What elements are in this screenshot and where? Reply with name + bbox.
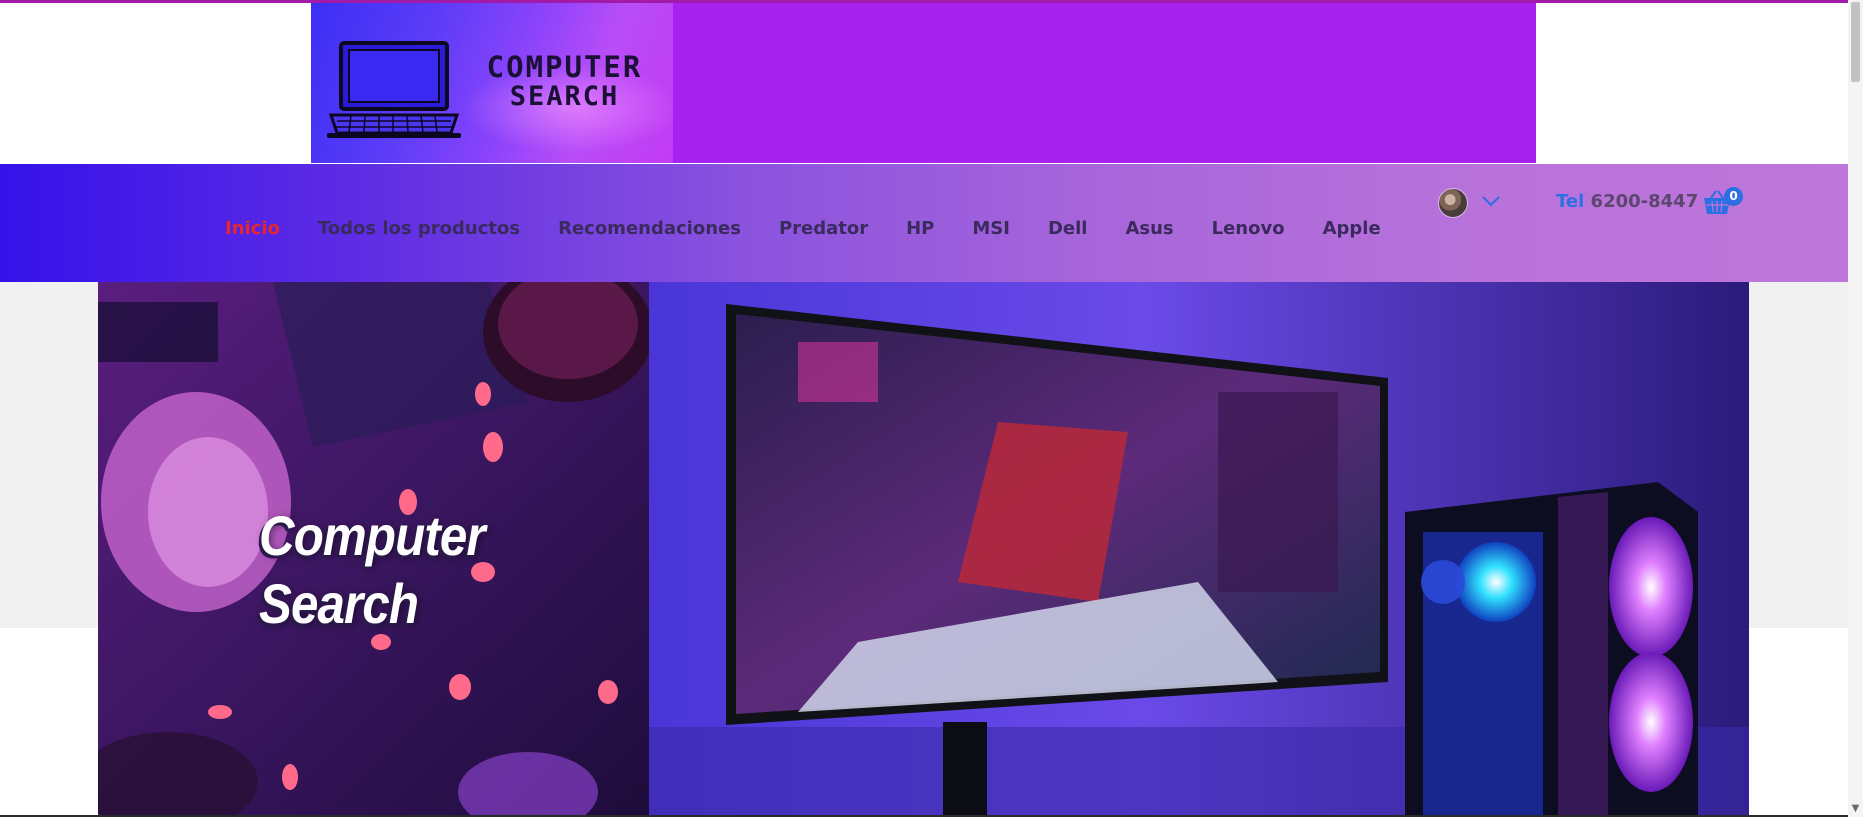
nav-item-predator[interactable]: Predator (760, 216, 887, 242)
site-logo[interactable]: COMPUTER SEARCH (311, 3, 673, 163)
user-avatar[interactable] (1438, 188, 1468, 218)
scroll-down-arrow-icon[interactable]: ▼ (1849, 802, 1862, 815)
hero-banner: Computer Search (98, 282, 1749, 817)
nav-item-recomendaciones[interactable]: Recomendaciones (539, 216, 760, 242)
logo-line-2: SEARCH (509, 81, 620, 112)
vertical-scrollbar[interactable] (1848, 0, 1863, 817)
nav-item-hp[interactable]: HP (887, 216, 953, 242)
scrollbar-thumb[interactable] (1851, 2, 1860, 82)
nav-item-todos-los-productos[interactable]: Todos los productos (299, 216, 539, 242)
logo-text: COMPUTER SEARCH (457, 50, 672, 112)
nav-item-inicio[interactable]: Inicio (206, 216, 299, 242)
nav-item-apple[interactable]: Apple (1304, 216, 1400, 242)
phone-label: Tel (1556, 191, 1585, 212)
phone-contact: Tel 6200-8447 (1556, 191, 1698, 212)
nav-item-lenovo[interactable]: Lenovo (1193, 216, 1304, 242)
nav-item-asus[interactable]: Asus (1106, 216, 1192, 242)
chevron-down-icon[interactable] (1481, 194, 1501, 208)
hero-title: Computer Search (259, 502, 486, 638)
nav-item-msi[interactable]: MSI (953, 216, 1029, 242)
cart-count-badge[interactable]: 0 (1724, 187, 1743, 206)
hero-title-line-2: Search (259, 572, 419, 635)
laptop-icon (327, 41, 461, 138)
phone-number: 6200-8447 (1590, 191, 1699, 212)
nav-menu: Inicio Todos los productos Recomendacion… (206, 216, 1400, 242)
nav-item-dell[interactable]: Dell (1029, 216, 1107, 242)
page: COMPUTER SEARCH Inicio Todos los product… (0, 0, 1863, 817)
logo-line-1: COMPUTER (486, 50, 643, 84)
hero-title-line-1: Computer (259, 504, 486, 567)
